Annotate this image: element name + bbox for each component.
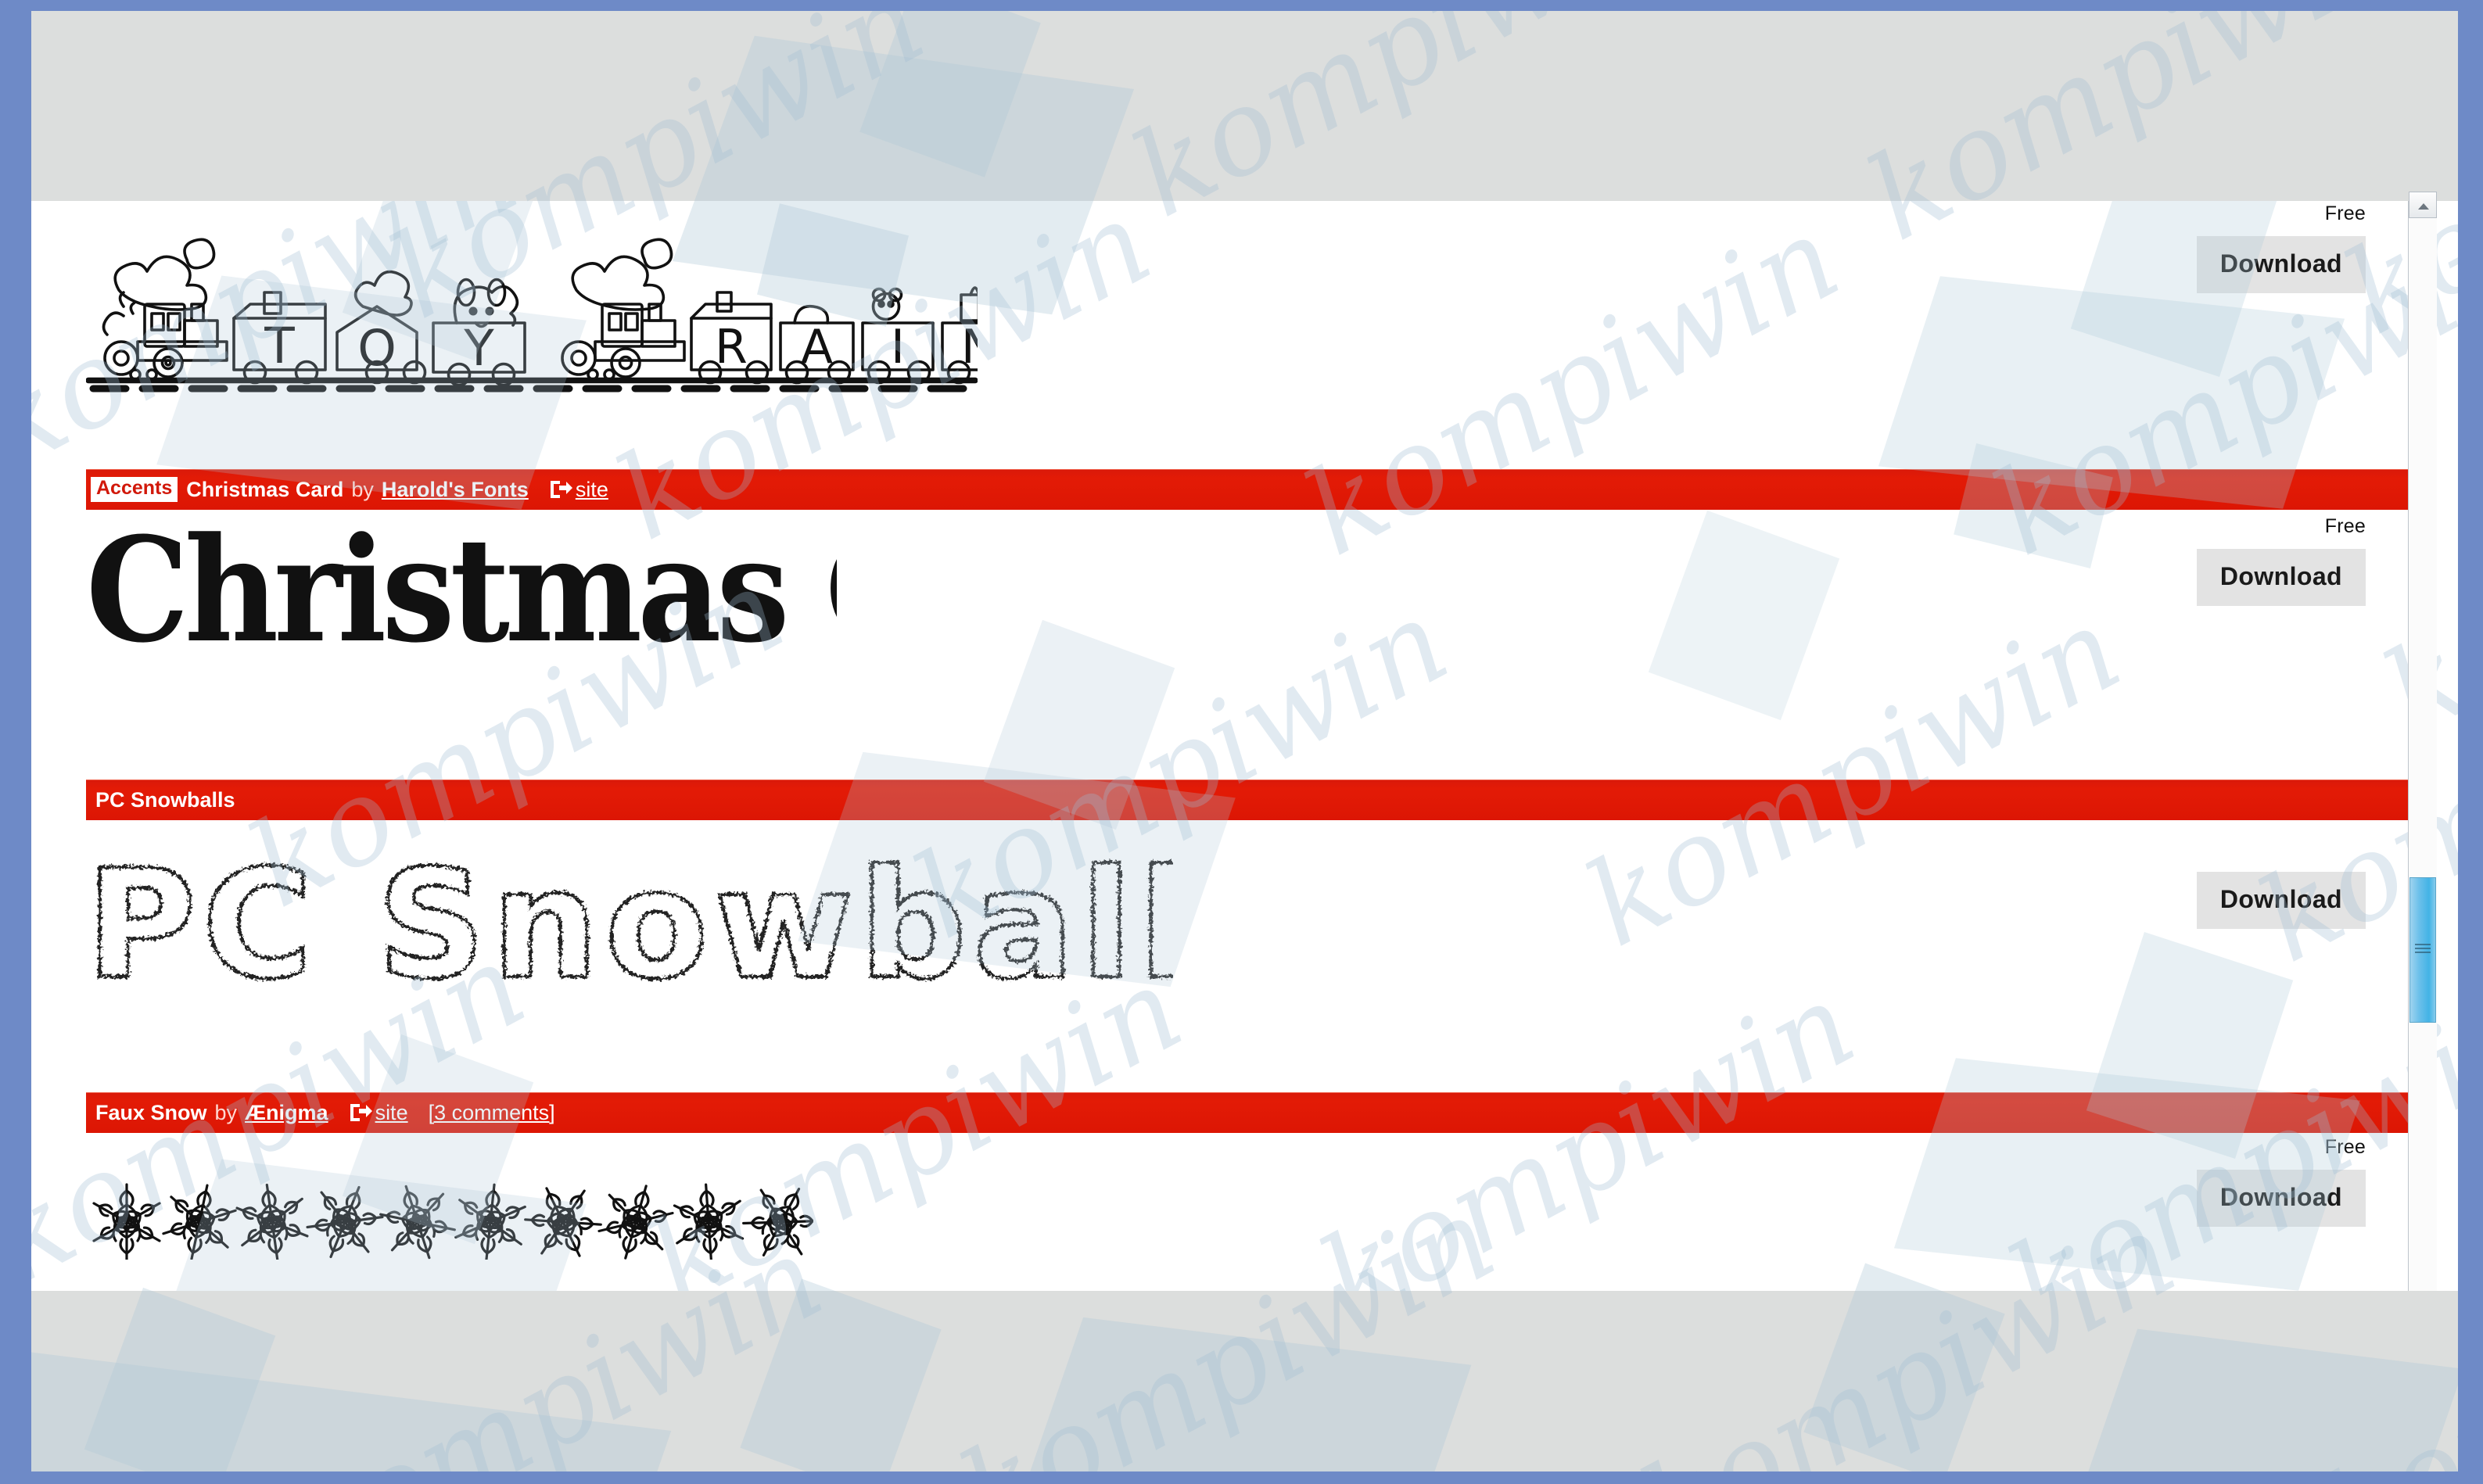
font-preview-toy-train[interactable]: T O Y R A I [86, 220, 978, 396]
page-inner: T O Y R A I Free Download Accents Christ… [31, 201, 2413, 1291]
font-title-bar-pc-snowballs: PC Snowballs [86, 780, 2413, 820]
site-link[interactable]: site [576, 478, 608, 502]
price-label: Free [2324, 1136, 2366, 1158]
page-content-viewport: T O Y R A I Free Download Accents Christ… [31, 201, 2458, 1291]
svg-text:I: I [891, 320, 905, 375]
row-actions: Free Download [2115, 204, 2366, 293]
font-list-item: PC Snowballs Download [31, 826, 2409, 1092]
price-label: Free [2324, 515, 2366, 537]
row-actions: Free Download [2115, 517, 2366, 606]
font-preview-christmas-card[interactable]: Christmas Card [86, 531, 837, 664]
download-button[interactable]: Download [2196, 872, 2366, 929]
external-link-icon [349, 1102, 372, 1123]
author-link[interactable]: Ænigma [245, 1101, 328, 1125]
font-title-bar-faux-snow: Faux Snow by Ænigma site [3 comments] [86, 1092, 2413, 1133]
font-title: Faux Snow [95, 1100, 207, 1124]
scrollbar-grip-icon [2415, 944, 2431, 953]
font-list-item: Christmas Card Free Download [31, 514, 2409, 752]
svg-text:Christmas Card: Christmas Card [86, 531, 837, 664]
browser-window: kompiwin kompiwin kompiwin kompiwin T O … [31, 11, 2458, 1471]
download-button[interactable]: Download [2196, 236, 2366, 293]
font-list-item: T O Y R A I Free Download [31, 201, 2409, 424]
by-label: by [351, 477, 374, 501]
accents-badge[interactable]: Accents [91, 477, 178, 502]
svg-text:N: N [961, 320, 978, 375]
font-title-bar-christmas-card: Accents Christmas Card by Harold's Fonts… [86, 469, 2413, 510]
author-link[interactable]: Harold's Fonts [382, 478, 529, 502]
download-button[interactable]: Download [2196, 549, 2366, 606]
row-actions: Free Download [2115, 1138, 2366, 1227]
svg-text:O: O [357, 320, 396, 377]
vertical-scrollbar[interactable] [2408, 192, 2437, 1291]
scrollbar-thumb[interactable] [2409, 877, 2436, 1023]
download-button[interactable]: Download [2196, 1170, 2366, 1227]
font-title: PC Snowballs [95, 787, 235, 812]
price-label: Free [2324, 203, 2366, 224]
font-list-item: Free Download [31, 1138, 2409, 1291]
row-actions: Download [2115, 859, 2366, 929]
external-link-icon [549, 479, 572, 500]
watermark-layer-bottom: kompiwin kompiwin kompiwin kompiwin [31, 1170, 2458, 1471]
font-preview-faux-snow[interactable] [86, 1166, 813, 1260]
by-label: by [214, 1100, 238, 1124]
svg-text:PC Snowballs: PC Snowballs [86, 858, 1173, 1006]
font-title: Christmas Card [186, 477, 344, 501]
scroll-up-arrow-button[interactable] [2409, 192, 2437, 218]
comments-link[interactable]: [3 comments] [429, 1101, 555, 1125]
font-preview-pc-snowballs[interactable]: PC Snowballs [86, 858, 1173, 1006]
site-link[interactable]: site [375, 1101, 408, 1125]
svg-text:T: T [264, 317, 295, 375]
